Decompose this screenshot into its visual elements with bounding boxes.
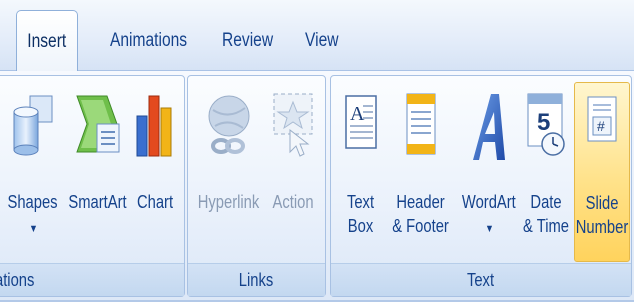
group-text: A Text Box Header & Footer WordArt ▼ 5 D… — [330, 75, 632, 297]
header-footer-button[interactable]: Header & Footer — [393, 82, 449, 260]
text-box-label-line2: Box — [348, 216, 374, 236]
text-box-label-line1: Text — [347, 192, 375, 212]
slide-number-label-line1: Slide — [585, 193, 619, 213]
chart-button[interactable]: Chart — [133, 82, 177, 260]
smartart-label: SmartArt — [68, 192, 128, 212]
action-button[interactable]: Action — [268, 82, 318, 260]
date-time-icon-digit: 5 — [537, 109, 550, 136]
ribbon-panel: Shapes ▼ SmartArt Chart tions Hyperlink … — [0, 71, 634, 302]
svg-text:A: A — [350, 103, 365, 125]
smartart-icon — [76, 95, 120, 153]
chart-icon — [136, 95, 172, 157]
date-time-icon: 5 — [527, 93, 565, 156]
shapes-icon — [13, 95, 53, 156]
header-footer-label-line1: Header — [396, 192, 446, 212]
group-illustrations-label: ations — [0, 263, 184, 296]
group-illustrations: Shapes ▼ SmartArt Chart tions — [0, 75, 185, 297]
tab-view-label: View — [305, 30, 339, 51]
tab-insert-label: Insert — [27, 31, 67, 52]
smartart-button[interactable]: SmartArt — [69, 82, 127, 260]
text-box-icon: A — [345, 95, 377, 149]
tab-review[interactable]: Review — [222, 18, 273, 70]
tab-review-label: Review — [222, 30, 274, 51]
group-text-label: Text — [331, 263, 631, 296]
slide-number-icon-glyph: # — [597, 118, 605, 134]
wordart-dropdown-arrow[interactable]: ▼ — [485, 217, 494, 241]
tab-view[interactable]: View — [305, 18, 338, 70]
group-links-label: Links — [188, 263, 325, 296]
group-links: Hyperlink Action Links — [187, 75, 326, 297]
date-time-label-line2: & Time — [523, 216, 569, 236]
hyperlink-icon — [208, 95, 250, 154]
tab-animations[interactable]: Animations — [110, 18, 187, 70]
shapes-button[interactable]: Shapes ▼ — [5, 82, 61, 260]
wordart-icon — [473, 94, 505, 160]
action-icon — [273, 93, 313, 157]
header-footer-icon — [406, 93, 436, 155]
shapes-dropdown-arrow[interactable]: ▼ — [29, 217, 38, 241]
header-footer-label-line2: & Footer — [392, 216, 450, 236]
tab-animations-label: Animations — [110, 30, 188, 51]
hyperlink-button[interactable]: Hyperlink — [198, 82, 260, 260]
hyperlink-label: Hyperlink — [198, 192, 260, 212]
ribbon-tab-strip: Insert Animations Review View — [0, 0, 634, 73]
shapes-label: Shapes — [7, 192, 59, 212]
wordart-button[interactable]: WordArt ▼ — [459, 82, 519, 260]
date-time-label-line1: Date — [530, 192, 562, 212]
tab-insert[interactable]: Insert — [16, 10, 78, 73]
wordart-label: WordArt — [462, 192, 516, 212]
date-time-button[interactable]: 5 Date & Time — [521, 82, 571, 260]
chart-label: Chart — [136, 192, 174, 212]
slide-number-icon: # — [587, 96, 617, 142]
slide-number-button[interactable]: # Slide Number — [574, 82, 630, 262]
text-box-button[interactable]: A Text Box — [339, 82, 383, 260]
action-label: Action — [272, 192, 314, 212]
slide-number-label-line2: Number — [575, 217, 629, 237]
